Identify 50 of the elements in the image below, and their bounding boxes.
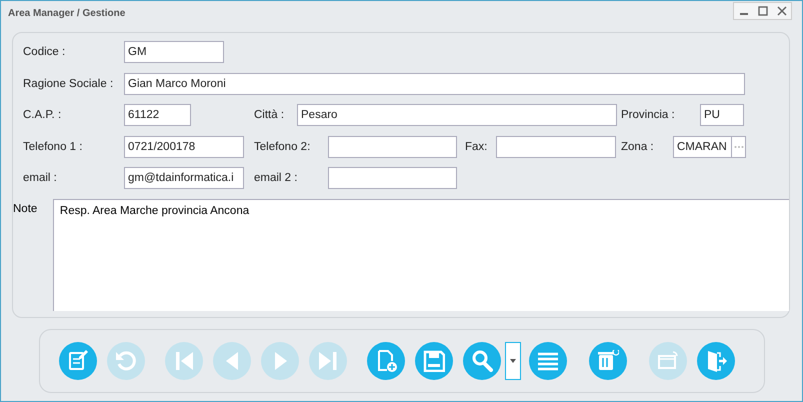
- input-field[interactable]: Pesaro: [297, 104, 617, 126]
- caret-icon: [510, 359, 516, 363]
- trash-icon: [597, 350, 619, 372]
- list-button[interactable]: [529, 342, 567, 380]
- save-button[interactable]: [415, 342, 453, 380]
- trash-button[interactable]: [589, 342, 627, 380]
- minimize-icon: [740, 13, 748, 15]
- exit-button[interactable]: [697, 342, 735, 380]
- input-field[interactable]: [328, 136, 457, 158]
- new-document-button[interactable]: [367, 342, 405, 380]
- field-label: Telefono 1 :: [23, 140, 84, 152]
- field-label: Fax:: [465, 140, 488, 152]
- first-icon: [173, 350, 195, 372]
- field-label: C.A.P. :: [23, 109, 62, 121]
- save-icon: [423, 350, 445, 372]
- note-field[interactable]: Resp. Area Marche provincia Ancona: [52, 198, 789, 310]
- input-field[interactable]: [496, 136, 616, 158]
- window-title: Area Manager / Gestione: [8, 8, 126, 18]
- field-label: Zona :: [621, 140, 655, 152]
- field-label: Note: [13, 202, 38, 216]
- search-icon: [471, 350, 493, 372]
- folder-icon: [657, 350, 679, 372]
- field-label: Città :: [254, 109, 286, 121]
- field-label: email :: [23, 172, 58, 184]
- input-field[interactable]: Gian Marco Moroni: [124, 72, 745, 94]
- input-field[interactable]: 0721/200178: [124, 136, 244, 158]
- field-label: Provincia :: [621, 109, 676, 121]
- last-icon: [317, 350, 339, 372]
- input-field[interactable]: CMARAN: [673, 136, 732, 158]
- edit-icon: [67, 350, 89, 372]
- undo-icon: [115, 350, 137, 372]
- ellipsis-icon: [734, 144, 744, 148]
- field-label: Codice :: [23, 46, 66, 58]
- input-field[interactable]: PU: [700, 104, 744, 126]
- exit-icon: [705, 350, 727, 372]
- dropdown-button[interactable]: [505, 342, 521, 380]
- input-field[interactable]: 61122: [124, 104, 191, 126]
- search-button[interactable]: [463, 342, 501, 380]
- field-label: email 2 :: [254, 172, 298, 184]
- new-document-icon: [375, 350, 397, 372]
- list-icon: [537, 350, 559, 372]
- lookup-button[interactable]: [732, 136, 746, 158]
- edit-button[interactable]: [59, 342, 97, 380]
- maximize-icon: [756, 5, 768, 17]
- close-icon: [776, 5, 788, 17]
- input-field[interactable]: [328, 167, 457, 189]
- input-field[interactable]: gm@tdainformatica.i: [124, 167, 244, 189]
- field-label: Telefono 2:: [254, 140, 312, 152]
- field-label: Ragione Sociale :: [23, 78, 114, 90]
- input-field[interactable]: GM: [124, 41, 224, 63]
